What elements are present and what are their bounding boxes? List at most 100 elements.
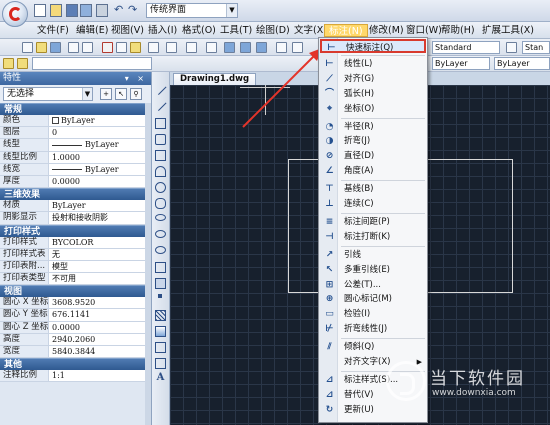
table-icon[interactable]	[155, 358, 166, 369]
property-section-header[interactable]: 三维效果	[0, 188, 151, 201]
dim-menu-item[interactable]: ⊤ 基线(B)	[320, 182, 426, 196]
copy-icon[interactable]	[116, 42, 127, 53]
palette-controls[interactable]: ▾ ×	[125, 72, 147, 85]
property-value[interactable]: 投射和接收阴影	[49, 212, 151, 224]
dim-menu-item[interactable]: ⌒ 弧长(H)	[320, 87, 426, 101]
polyline-icon[interactable]	[155, 118, 166, 129]
dim-menu-item[interactable]: ∠ 角度(A)	[320, 164, 426, 178]
dim-style-combo[interactable]: Stan	[522, 41, 550, 54]
rectangle-icon[interactable]	[155, 150, 166, 161]
property-value[interactable]: 模型	[49, 260, 151, 273]
dim-menu-item[interactable]: ⊢ 快速标注(Q)	[320, 39, 426, 53]
print-icon[interactable]	[68, 42, 79, 53]
property-section-header[interactable]: 常规	[0, 103, 151, 115]
property-row[interactable]: 打印表附... 模型	[0, 260, 151, 274]
revision-cloud-icon[interactable]	[155, 198, 166, 209]
construction-line-icon[interactable]	[154, 98, 167, 112]
dim-menu-item[interactable]: ⊣ 标注打断(K)	[320, 230, 426, 244]
dim-menu-item[interactable]: ⟋ 对齐(G)	[320, 72, 426, 86]
line-tool-icon[interactable]	[154, 82, 167, 96]
property-row[interactable]: 线型比例 1.0000	[0, 151, 151, 164]
dim-menu-item[interactable]: ⊬ 折弯线性(J)	[320, 322, 426, 336]
dim-menu-item[interactable]: ▭ 检验(I)	[320, 307, 426, 321]
menu-item-6[interactable]: 绘图(D)	[252, 24, 294, 37]
menu-item-11[interactable]: 帮助(H)	[437, 24, 479, 37]
pan-icon[interactable]	[206, 42, 217, 53]
save-icon[interactable]	[66, 4, 78, 17]
dim-menu-item[interactable]: ⊘ 直径(D)	[320, 149, 426, 163]
property-value[interactable]: ByLayer	[49, 163, 151, 175]
selection-combo[interactable]: 无选择 ▼	[3, 87, 93, 101]
property-value[interactable]: 676.1141	[49, 309, 151, 321]
region-icon[interactable]	[155, 342, 166, 353]
layer-state-icon[interactable]	[17, 58, 28, 69]
app-logo-icon[interactable]	[2, 1, 28, 27]
select-objects-icon[interactable]: ↖	[115, 88, 127, 100]
dim-menu-item[interactable]: ◔ 半径(R)	[320, 120, 426, 134]
open-icon[interactable]	[50, 4, 62, 17]
cut-icon[interactable]	[102, 42, 113, 53]
preview-icon[interactable]	[82, 42, 93, 53]
dim-menu-item[interactable]: ⫽ 倾斜(Q)	[320, 340, 426, 354]
layer-property-combo[interactable]: ByLayer	[432, 57, 490, 70]
property-value[interactable]: 无	[49, 248, 151, 260]
property-row[interactable]: 线型 ByLayer	[0, 139, 151, 152]
circle-icon[interactable]	[155, 182, 166, 193]
dim-menu-item[interactable]: ↗ 引线	[320, 248, 426, 262]
point-icon[interactable]	[158, 294, 162, 298]
insert-block-icon[interactable]	[155, 262, 166, 273]
ellipse-icon[interactable]	[155, 230, 166, 238]
property-value[interactable]: ByLayer	[49, 115, 151, 127]
property-row[interactable]: 材质 ByLayer	[0, 200, 151, 213]
zoom-previous-icon[interactable]	[256, 42, 267, 53]
property-row[interactable]: 打印样式 BYCOLOR	[0, 236, 151, 249]
property-value[interactable]: 2940.2060	[49, 333, 151, 345]
property-row[interactable]: 厚度 0.0000	[0, 175, 151, 189]
dim-menu-item[interactable]: ↖ 多重引线(E)	[320, 263, 426, 277]
zoom-window-icon[interactable]	[240, 42, 251, 53]
menu-item-8[interactable]: 标注(N)	[324, 24, 368, 37]
property-row[interactable]: 圆心 Z 坐标 0.0000	[0, 321, 151, 334]
multiline-text-icon[interactable]: A	[155, 372, 166, 383]
print-icon[interactable]	[96, 4, 108, 17]
text-style-combo[interactable]: Standard	[432, 41, 500, 54]
property-value[interactable]: BYCOLOR	[49, 236, 151, 248]
polygon-icon[interactable]	[155, 134, 166, 145]
menu-item-0[interactable]: 文件(F)	[33, 24, 73, 37]
spline-icon[interactable]	[155, 214, 166, 221]
menu-item-5[interactable]: 工具(T)	[216, 24, 256, 37]
gradient-icon[interactable]	[155, 326, 166, 337]
menu-item-12[interactable]: 扩展工具(X)	[478, 24, 538, 37]
redo-icon[interactable]	[186, 42, 197, 53]
property-value[interactable]: ByLayer	[49, 139, 151, 151]
property-row[interactable]: 图层 0	[0, 127, 151, 140]
menu-item-4[interactable]: 格式(O)	[178, 24, 220, 37]
document-tab[interactable]: Drawing1.dwg	[173, 73, 257, 85]
ellipse-arc-icon[interactable]	[155, 246, 166, 254]
dim-style-icon[interactable]	[506, 42, 517, 53]
zoom-realtime-icon[interactable]	[224, 42, 235, 53]
properties-icon[interactable]	[276, 42, 287, 53]
hatch-icon[interactable]	[155, 310, 166, 321]
property-value[interactable]: 5840.3844	[49, 346, 151, 358]
undo-icon[interactable]: ↶	[114, 4, 126, 17]
property-row[interactable]: 高度 2940.2060	[0, 333, 151, 346]
property-section-header[interactable]: 视图	[0, 285, 151, 298]
dim-menu-item[interactable]: ≡ 标注间距(P)	[320, 215, 426, 229]
undo-icon[interactable]	[166, 42, 177, 53]
dim-menu-item[interactable]: ⌖ 坐标(O)	[320, 102, 426, 116]
layer-combo[interactable]	[32, 57, 152, 70]
workspace-select[interactable]: 传统界面 ▼	[146, 3, 238, 18]
property-row[interactable]: 打印表类型 不可用	[0, 273, 151, 286]
paste-icon[interactable]	[130, 42, 141, 53]
arc-icon[interactable]	[155, 166, 166, 177]
linetype-combo[interactable]: ByLayer	[494, 57, 550, 70]
property-row[interactable]: 线宽 ByLayer	[0, 163, 151, 176]
saveas-icon[interactable]	[80, 4, 92, 17]
dim-menu-item[interactable]: ◑ 折弯(J)	[320, 134, 426, 148]
property-value[interactable]: ByLayer	[49, 200, 151, 212]
property-value[interactable]: 1:1	[49, 370, 151, 382]
menu-item-2[interactable]: 视图(V)	[107, 24, 148, 37]
redo-icon[interactable]: ↷	[128, 4, 140, 17]
match-properties-icon[interactable]	[148, 42, 159, 53]
